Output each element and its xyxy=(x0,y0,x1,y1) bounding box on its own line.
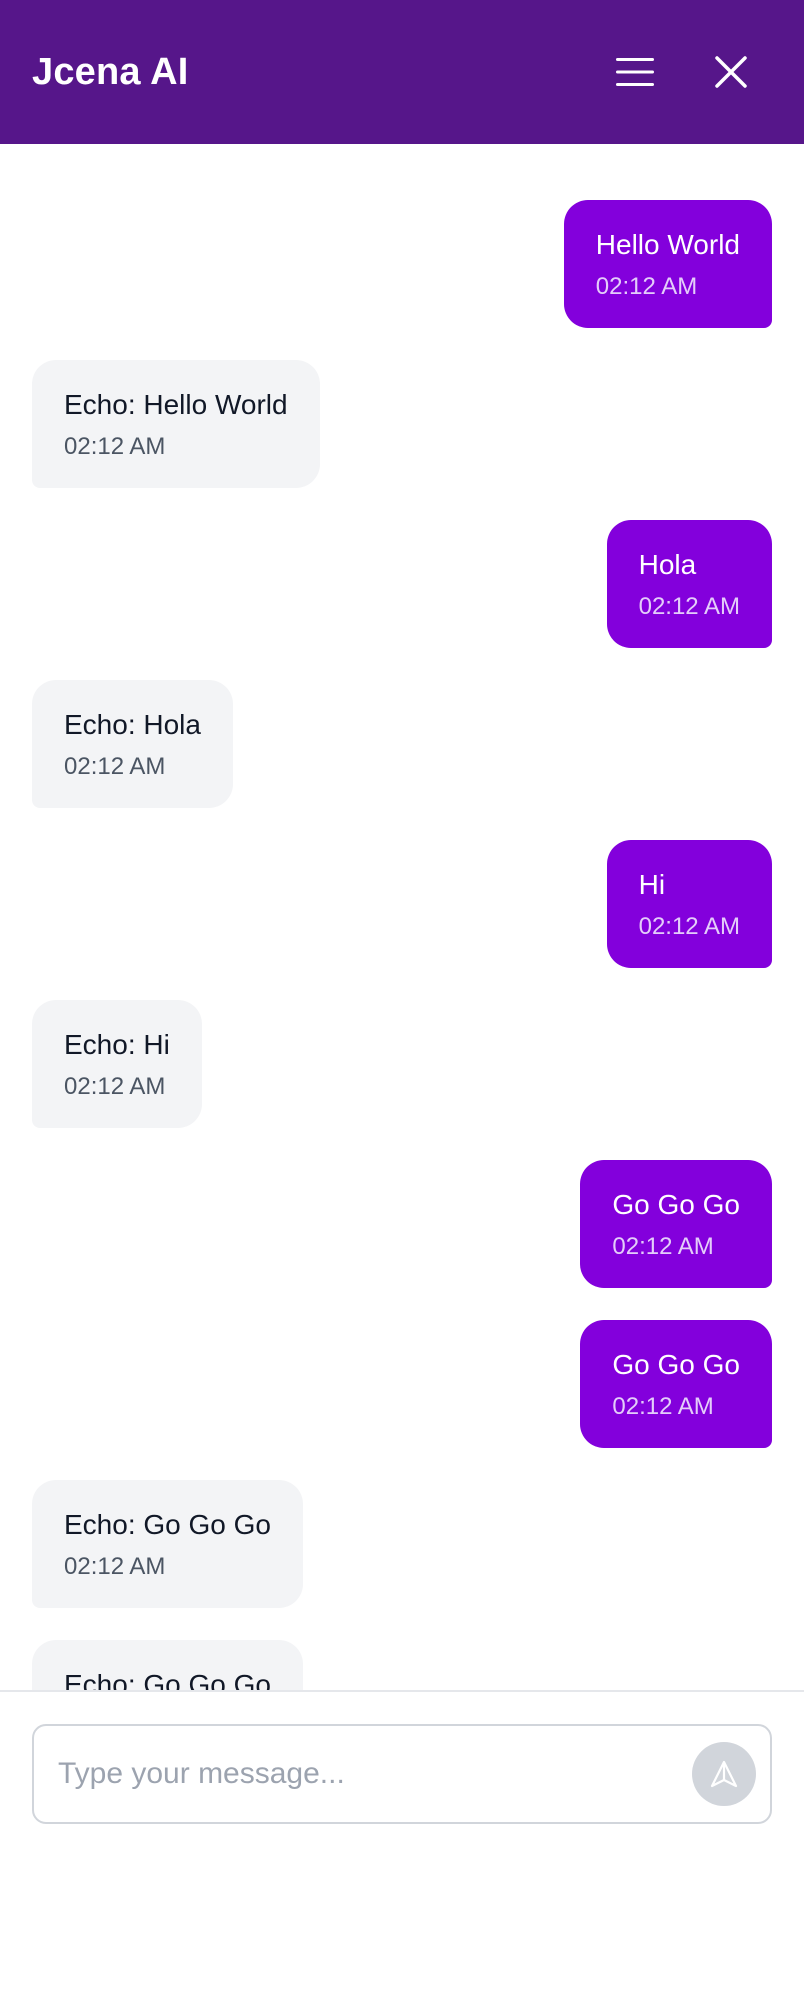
message-text: Echo: Go Go Go xyxy=(64,1669,271,1690)
bot-message-bubble: Echo: Hi 02:12 AM xyxy=(32,1000,202,1128)
send-icon xyxy=(710,1760,738,1788)
user-message-row: Go Go Go 02:12 AM xyxy=(32,1320,772,1448)
message-input[interactable] xyxy=(58,1757,692,1791)
user-message-bubble: Go Go Go 02:12 AM xyxy=(580,1160,772,1288)
message-timestamp: 02:12 AM xyxy=(64,1553,166,1580)
message-text: Hola xyxy=(638,549,697,580)
bot-message-row: Echo: Hola 02:12 AM xyxy=(32,680,772,808)
bot-message-row: Echo: Hi 02:12 AM xyxy=(32,1000,772,1128)
bot-message-row: Echo: Go Go Go 02:12 AM xyxy=(32,1480,772,1608)
app-title: Jcena AI xyxy=(32,50,189,93)
close-icon xyxy=(715,56,747,88)
message-input-box xyxy=(32,1724,772,1824)
bot-message-bubble: Echo: Hello World 02:12 AM xyxy=(32,360,320,488)
menu-button[interactable] xyxy=(614,51,656,93)
chat-header: Jcena AI xyxy=(0,0,804,144)
user-message-row: Hello World 02:12 AM xyxy=(32,200,772,328)
user-message-bubble: Hola 02:12 AM xyxy=(606,520,772,648)
bot-message-bubble: Echo: Go Go Go 02:12 AM xyxy=(32,1480,303,1608)
bot-message-bubble: Echo: Hola 02:12 AM xyxy=(32,680,233,808)
message-timestamp: 02:12 AM xyxy=(638,913,740,940)
chat-app: Jcena AI Hello World 02:12 AM Echo: Hello … xyxy=(0,0,804,2000)
message-text: Hello World xyxy=(595,229,740,260)
message-text: Echo: Hello World xyxy=(64,389,288,420)
close-button[interactable] xyxy=(710,51,752,93)
user-message-row: Hi 02:12 AM xyxy=(32,840,772,968)
user-message-bubble: Hi 02:12 AM xyxy=(606,840,772,968)
message-text: Go Go Go xyxy=(612,1189,740,1220)
message-timestamp: 02:12 AM xyxy=(612,1233,714,1260)
message-timestamp: 02:12 AM xyxy=(612,1393,714,1420)
message-text: Echo: Go Go Go xyxy=(64,1509,271,1540)
user-message-row: Go Go Go 02:12 AM xyxy=(32,1160,772,1288)
message-timestamp: 02:12 AM xyxy=(64,433,166,460)
user-message-bubble: Hello World 02:12 AM xyxy=(563,200,772,328)
message-timestamp: 02:12 AM xyxy=(638,593,740,620)
composer xyxy=(0,1690,804,2000)
message-text: Go Go Go xyxy=(612,1349,740,1380)
header-actions xyxy=(614,51,752,93)
bot-message-row: Echo: Hello World 02:12 AM xyxy=(32,360,772,488)
bot-message-row: Echo: Go Go Go xyxy=(32,1640,772,1690)
message-timestamp: 02:12 AM xyxy=(64,753,166,780)
send-button[interactable] xyxy=(692,1742,756,1806)
user-message-bubble: Go Go Go 02:12 AM xyxy=(580,1320,772,1448)
message-text: Echo: Hola xyxy=(64,709,201,740)
hamburger-menu-icon xyxy=(616,58,654,86)
bot-message-bubble: Echo: Go Go Go xyxy=(32,1640,303,1690)
message-list[interactable]: Hello World 02:12 AM Echo: Hello World 02:1… xyxy=(0,144,804,1690)
user-message-row: Hola 02:12 AM xyxy=(32,520,772,648)
message-text: Hi xyxy=(638,869,666,900)
message-timestamp: 02:12 AM xyxy=(64,1073,166,1100)
message-timestamp: 02:12 AM xyxy=(595,273,698,300)
message-text: Echo: Hi xyxy=(64,1029,170,1060)
